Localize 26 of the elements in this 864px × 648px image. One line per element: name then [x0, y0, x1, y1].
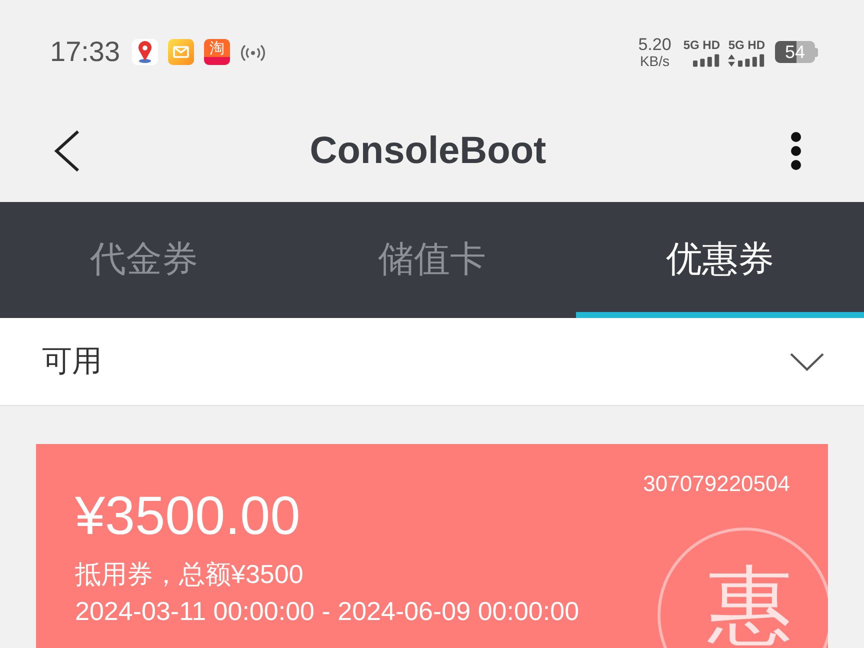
clock-time: 17:33	[50, 36, 120, 68]
network-speed-unit: KB/s	[640, 54, 670, 68]
chevron-icon	[790, 352, 824, 370]
tab[interactable]: 代金券	[0, 202, 288, 318]
more-options-icon[interactable]	[790, 132, 802, 170]
network-type-label: 5G HD	[683, 38, 720, 52]
shop-app-tile: 淘	[204, 39, 230, 65]
map-pin-icon	[132, 39, 158, 65]
screen-title: ConsoleBoot	[310, 130, 546, 172]
coupon-card[interactable]: ¥3500.00 307079220504 抵用券，总额¥3500 2024-03-11 00:00:00 - 2024-06-09 00:00:00 惠	[36, 444, 828, 648]
tab[interactable]: 储值卡	[288, 202, 576, 318]
envelope-icon	[168, 39, 194, 65]
network-type-label: 5G HD	[728, 38, 765, 52]
signal-bars-icon	[738, 54, 765, 66]
coupon-amount: ¥3500.00	[75, 486, 300, 546]
stamp: 惠	[657, 527, 828, 648]
battery-indicator: 54	[775, 41, 818, 63]
coupon-description: 抵用券，总额¥3500	[75, 558, 304, 591]
coupon-code: 307079220504	[643, 471, 790, 497]
back-icon[interactable]	[54, 130, 80, 172]
coupon-validity: 2024-03-11 00:00:00 - 2024-06-09 00:00:00	[75, 595, 580, 628]
hotspot-icon	[241, 43, 266, 61]
status-filter-dropdown[interactable]: 可用	[0, 318, 864, 406]
data-arrows-icon	[728, 54, 735, 66]
network-speed-value: 5.20	[638, 36, 672, 53]
signal-bars-icon	[693, 54, 720, 66]
